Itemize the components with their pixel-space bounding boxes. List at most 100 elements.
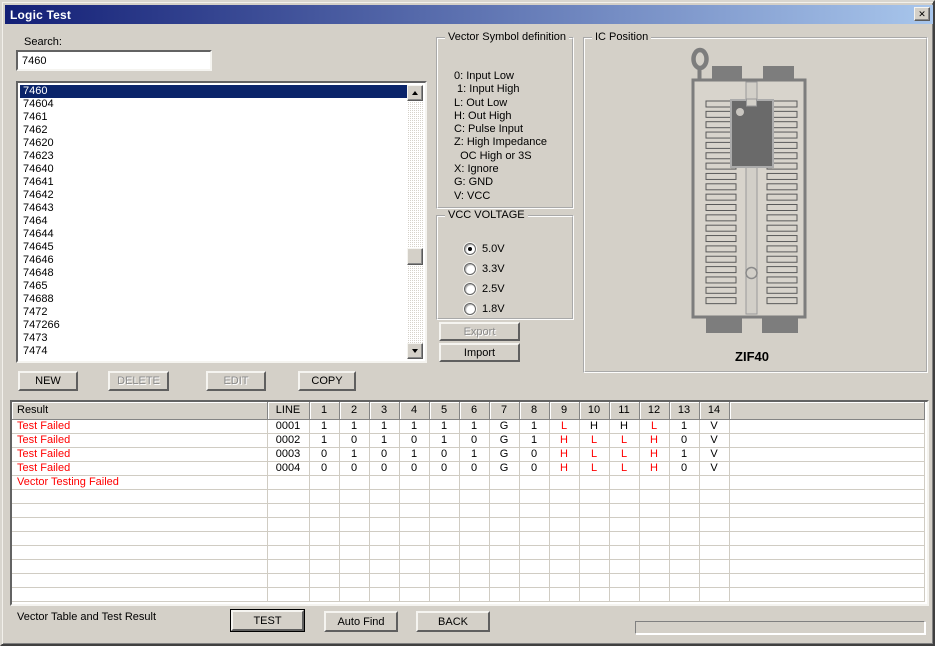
cell: 0 [429,447,459,461]
list-item[interactable]: 7473 [20,332,407,345]
column-header: 2 [339,402,369,419]
search-input[interactable] [16,50,212,71]
list-item[interactable]: 74604 [20,98,407,111]
radio-icon[interactable] [464,263,476,275]
table-row[interactable]: Test Failed0004000000G0HLLH0V [12,461,925,475]
cell: 1 [399,419,429,433]
cell [309,475,339,489]
cell: Test Failed [12,419,267,433]
list-item[interactable]: 7461 [20,111,407,124]
cell [729,433,925,447]
cell [309,573,339,587]
list-item[interactable]: 74642 [20,189,407,202]
scroll-thumb[interactable] [407,248,423,265]
cell [549,531,579,545]
list-item[interactable]: 7474 [20,345,407,358]
edit-button[interactable]: EDIT [206,371,266,391]
import-button[interactable]: Import [439,343,520,362]
list-item[interactable]: 7460 [20,85,407,98]
cell [519,503,549,517]
cell [729,461,925,475]
export-button[interactable]: Export [439,322,520,341]
cell [489,489,519,503]
new-button[interactable]: NEW [18,371,78,391]
list-item[interactable]: 74641 [20,176,407,189]
cell [369,489,399,503]
list-item[interactable]: 74623 [20,150,407,163]
test-button[interactable]: TEST [230,609,305,632]
list-item[interactable]: 74643 [20,202,407,215]
back-button[interactable]: BACK [416,611,490,632]
list-item[interactable]: 7462 [20,124,407,137]
zif-socket-diagram: ZIF40 [585,39,926,371]
list-item[interactable]: 7464 [20,215,407,228]
cell: 1 [399,447,429,461]
radio-label: 5.0V [482,243,505,255]
copy-button[interactable]: COPY [298,371,356,391]
cell [579,517,609,531]
socket-lever-icon [694,50,707,68]
list-item[interactable]: 74644 [20,228,407,241]
delete-button[interactable]: DELETE [108,371,169,391]
list-item[interactable]: 74640 [20,163,407,176]
auto-find-button[interactable]: Auto Find [324,611,398,632]
cell [699,531,729,545]
list-item[interactable]: 747266 [20,319,407,332]
logic-test-dialog: Logic Test ✕ Search: 7460746047461746274… [0,0,935,646]
table-header-row: ResultLINE1234567891011121314 [12,402,925,419]
cell: 0 [459,433,489,447]
cell [729,475,925,489]
table-row[interactable]: Test Failed0001111111G1LHHL1V [12,419,925,433]
list-item[interactable]: 74645 [20,241,407,254]
cell [699,573,729,587]
table-row[interactable]: Test Failed0002101010G1HLLH0V [12,433,925,447]
list-item[interactable]: 74648 [20,267,407,280]
radio-icon[interactable] [464,283,476,295]
list-item[interactable]: 74646 [20,254,407,267]
cell [267,475,309,489]
cell [369,545,399,559]
cell [429,559,459,573]
list-item[interactable]: 74620 [20,137,407,150]
cell [429,475,459,489]
vcc-option-5.0V[interactable]: 5.0V [464,239,505,259]
cell [669,489,699,503]
ic-position-group-title: IC Position [592,31,651,43]
cell [489,531,519,545]
symbol-definition-line: V: VCC [454,190,547,203]
cell [267,531,309,545]
chip-notch [747,99,757,106]
scroll-up-button[interactable] [407,85,423,101]
cell: L [549,419,579,433]
pin1-marker-icon [736,108,744,116]
radio-icon[interactable] [464,303,476,315]
cell [579,531,609,545]
cell [519,489,549,503]
table-row[interactable]: Test Failed0003010101G0HLLH1V [12,447,925,461]
cell [429,517,459,531]
vcc-option-2.5V[interactable]: 2.5V [464,279,505,299]
close-button[interactable]: ✕ [914,7,930,21]
list-item[interactable]: 7475 [20,358,407,359]
cell: 0 [339,433,369,447]
scroll-down-button[interactable] [407,343,423,359]
list-scrollbar[interactable] [407,85,423,359]
cell: 1 [669,419,699,433]
cell [369,503,399,517]
cell [549,559,579,573]
ic-listbox[interactable]: 7460746047461746274620746237464074641746… [16,81,427,363]
cell [489,559,519,573]
list-item[interactable]: 7472 [20,306,407,319]
cell [669,587,699,601]
radio-icon[interactable] [464,243,476,255]
cell [429,545,459,559]
window-title: Logic Test [10,8,71,22]
vcc-option-3.3V[interactable]: 3.3V [464,259,505,279]
list-item[interactable]: 74688 [20,293,407,306]
list-item[interactable]: 7465 [20,280,407,293]
titlebar[interactable]: Logic Test ✕ [5,5,934,24]
cell [519,517,549,531]
vcc-option-1.8V[interactable]: 1.8V [464,299,505,319]
cell [369,573,399,587]
table-empty-row [12,517,925,531]
